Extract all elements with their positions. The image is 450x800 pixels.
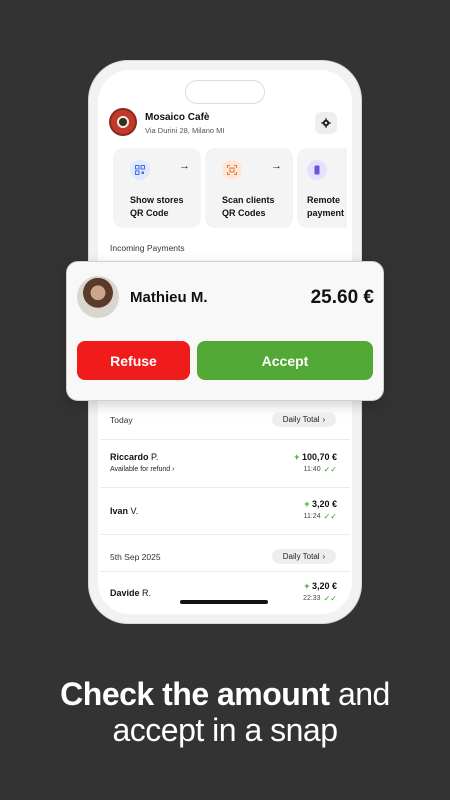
- payer-name: Mathieu M.: [130, 289, 208, 306]
- store-name: Mosaico Cafè: [145, 112, 210, 123]
- store-logo: [109, 108, 137, 136]
- group-label-today: Today: [110, 415, 133, 425]
- store-address: Via Durini 28, Milano MI: [145, 126, 225, 135]
- chevron-right-icon: ›: [322, 415, 326, 424]
- promo-headline: Check the amount and accept in a snap: [0, 676, 450, 748]
- amount-sign: +: [294, 452, 300, 462]
- card-label-line2: QR Code: [130, 207, 169, 218]
- dynamic-island: [185, 80, 265, 104]
- card-label-line2: QR Codes: [222, 207, 266, 218]
- tx-last-name: V.: [130, 506, 139, 516]
- home-indicator: [180, 600, 268, 604]
- divider: [100, 534, 350, 535]
- daily-total-button[interactable]: Daily Total ›: [272, 412, 336, 427]
- tx-amount: 3,20 €: [311, 581, 337, 591]
- accept-button[interactable]: Accept: [197, 341, 373, 380]
- card-label-line1: Show stores: [130, 195, 184, 205]
- tx-time: 22:33: [303, 595, 321, 602]
- show-qr-card[interactable]: → Show stores QR Code: [113, 148, 201, 228]
- double-check-icon: ✓✓: [323, 465, 337, 474]
- chevron-right-icon: ›: [322, 552, 326, 561]
- daily-total-label: Daily Total: [282, 415, 320, 424]
- avatar: [77, 276, 119, 318]
- amount-sign: +: [304, 581, 310, 591]
- arrow-right-icon: →: [179, 160, 190, 172]
- group-label-date: 5th Sep 2025: [110, 552, 161, 562]
- card-label-line1: Scan clients: [222, 195, 275, 205]
- double-check-icon: ✓✓: [323, 594, 337, 603]
- divider: [100, 571, 350, 572]
- divider: [100, 439, 350, 440]
- tx-time: 11:24: [303, 513, 321, 520]
- headline-bold: Check the amount: [60, 676, 330, 712]
- qr-code-icon: [130, 160, 150, 180]
- phone-icon: [307, 160, 327, 180]
- daily-total-label: Daily Total: [282, 552, 320, 561]
- payment-request-card: [66, 261, 384, 401]
- headline-line2: accept in a snap: [112, 712, 338, 748]
- tx-last-name: P.: [151, 452, 159, 462]
- double-check-icon: ✓✓: [323, 512, 337, 521]
- refuse-button[interactable]: Refuse: [77, 341, 190, 380]
- card-label-line2: payment: [307, 207, 345, 218]
- tx-first-name: Davide: [110, 588, 140, 598]
- tx-first-name: Riccardo: [110, 452, 149, 462]
- incoming-payments-title: Incoming Payments: [110, 243, 185, 253]
- payment-amount: 25.60 €: [310, 287, 374, 308]
- arrow-right-icon: →: [271, 160, 282, 172]
- tx-amount: 100,70 €: [301, 452, 337, 462]
- scan-icon: [222, 160, 242, 180]
- tx-amount: 3,20 €: [311, 499, 337, 509]
- tx-last-name: R.: [142, 588, 152, 598]
- settings-button[interactable]: [315, 112, 337, 134]
- tx-first-name: Ivan: [110, 506, 129, 516]
- headline-rest: and: [329, 676, 390, 712]
- scan-qr-card[interactable]: → Scan clients QR Codes: [205, 148, 293, 228]
- remote-payment-card[interactable]: Remote payment: [297, 148, 347, 228]
- tx-time: 11:40: [303, 466, 321, 473]
- divider: [100, 487, 350, 488]
- card-label-line1: Remote: [307, 195, 341, 205]
- chevron-right-icon: ›: [172, 466, 175, 473]
- gear-icon: [321, 118, 331, 128]
- refund-status: Available for refund: [110, 466, 171, 473]
- daily-total-button[interactable]: Daily Total ›: [272, 549, 336, 564]
- amount-sign: +: [304, 499, 310, 509]
